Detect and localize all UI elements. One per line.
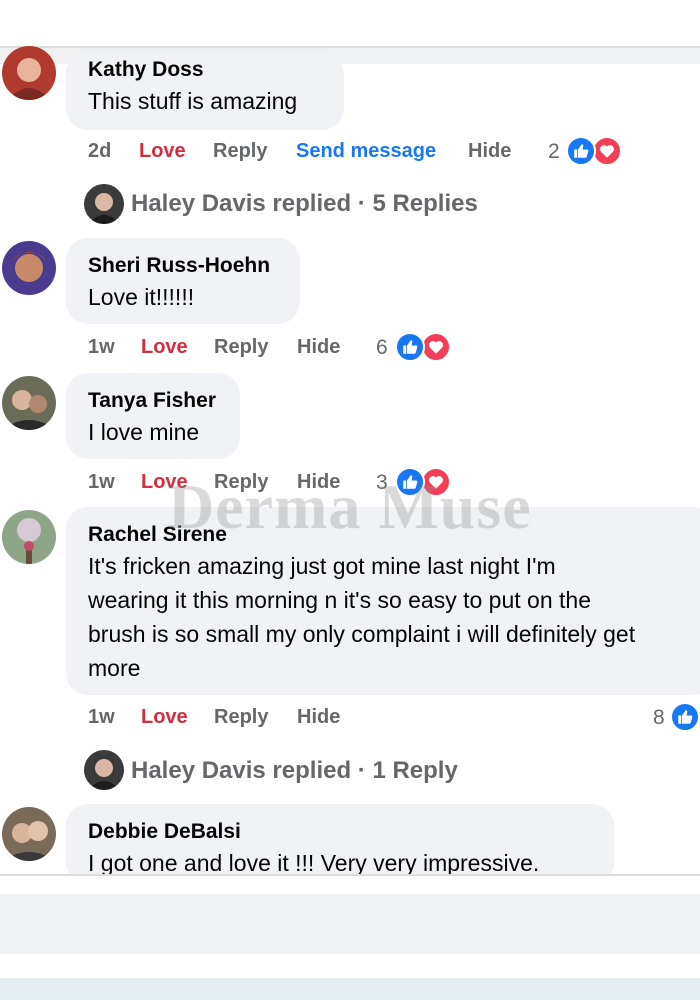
- like-icon: [395, 332, 425, 362]
- avatar[interactable]: [84, 184, 124, 224]
- avatar[interactable]: [2, 46, 56, 100]
- comment-time[interactable]: 1w: [88, 706, 115, 729]
- comment-text: Love it!!!!!!: [88, 284, 195, 310]
- bottom-strip: [0, 876, 700, 894]
- hide-link[interactable]: Hide: [297, 706, 340, 729]
- comment-text-line: brush is so small my only complaint i wi…: [88, 621, 636, 647]
- comment-time[interactable]: 1w: [88, 336, 115, 359]
- reaction-count[interactable]: 6: [376, 336, 388, 360]
- avatar[interactable]: [2, 241, 56, 295]
- comment-author[interactable]: Debbie DeBalsi: [88, 820, 241, 844]
- heart-icon: [421, 332, 451, 362]
- comment-time[interactable]: 2d: [88, 140, 111, 163]
- reply-link[interactable]: Reply: [214, 336, 268, 359]
- reaction-count[interactable]: 2: [548, 140, 560, 164]
- comment-author[interactable]: Tanya Fisher: [88, 389, 216, 413]
- hide-link[interactable]: Hide: [297, 336, 340, 359]
- reply-link[interactable]: Reply: [213, 140, 267, 163]
- comment-text: I love mine: [88, 419, 200, 445]
- like-icon: [566, 136, 596, 166]
- reply-link[interactable]: Reply: [214, 706, 268, 729]
- love-reaction-link[interactable]: Love: [141, 706, 188, 729]
- comment-text-line: It's fricken amazing just got mine last …: [88, 553, 556, 579]
- avatar[interactable]: [2, 807, 56, 861]
- love-reaction-link[interactable]: Love: [139, 140, 186, 163]
- comment-text: This stuff is amazing: [88, 88, 298, 114]
- view-replies-link[interactable]: Haley Davis replied · 5 Replies: [131, 190, 478, 218]
- reaction-count[interactable]: 8: [653, 706, 665, 730]
- watermark: Derma Muse: [168, 471, 532, 542]
- top-bar: [0, 0, 700, 46]
- avatar[interactable]: [2, 376, 56, 430]
- love-reaction-link[interactable]: Love: [141, 336, 188, 359]
- avatar[interactable]: [2, 510, 56, 564]
- comment-composer-area[interactable]: [0, 894, 700, 954]
- comment-author[interactable]: Sheri Russ-Hoehn: [88, 254, 270, 278]
- bottom-strip: [0, 978, 700, 1000]
- comment-text-line: wearing it this morning n it's so easy t…: [88, 587, 591, 613]
- avatar[interactable]: [84, 750, 124, 790]
- like-icon: [670, 702, 700, 732]
- comment-author[interactable]: Kathy Doss: [88, 58, 204, 82]
- hide-link[interactable]: Hide: [468, 140, 511, 163]
- comment-text-line: more: [88, 655, 141, 681]
- send-message-link[interactable]: Send message: [296, 140, 436, 163]
- view-replies-link[interactable]: Haley Davis replied · 1 Reply: [131, 757, 458, 785]
- heart-icon: [592, 136, 622, 166]
- comment-time[interactable]: 1w: [88, 471, 115, 494]
- bottom-strip: [0, 954, 700, 978]
